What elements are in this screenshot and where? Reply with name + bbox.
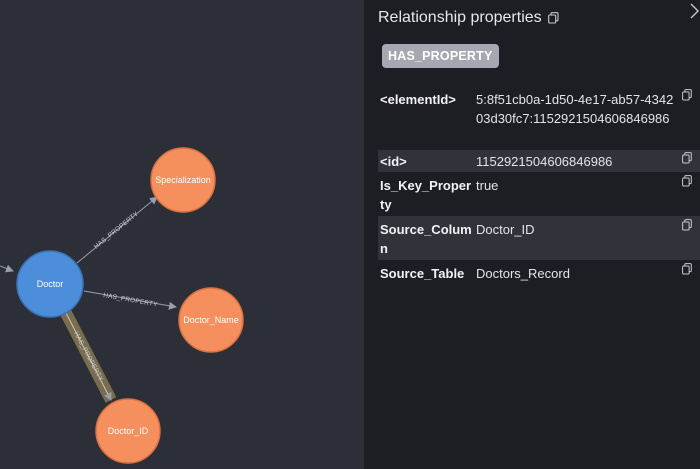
property-value: Doctors_Record [476,266,570,281]
copy-icon[interactable] [682,152,692,164]
property-row-source-table: Source_Table Doctors_Record [378,260,700,286]
property-row-element-id: <elementId> 5:8f51cb0a-1d50-4e17-ab57-43… [378,86,700,150]
node-label-doctor: Doctor [37,279,64,289]
copy-icon[interactable] [682,219,692,231]
property-row-is-key-property: Is_Key_Property true [378,172,700,216]
relationship-type-badge[interactable]: HAS_PROPERTY [382,44,499,68]
property-key: <elementId> [380,92,456,107]
edge-label-specialization: HAS_PROPERTY [93,210,141,250]
property-key: <id> [380,154,407,169]
panel-title: Relationship properties [378,9,559,27]
graph-canvas[interactable]: HAS_PROPERTY HAS_PROPERTY HAS_PROPERTY D… [0,0,364,469]
node-doctor-name[interactable]: Doctor_Name [178,287,244,353]
node-doctor-id[interactable]: Doctor_ID [95,398,161,464]
properties-table: <elementId> 5:8f51cb0a-1d50-4e17-ab57-43… [378,86,700,286]
property-key: Source_Column [380,222,472,256]
property-row-id: <id> 1152921504606846986 [378,150,700,172]
property-value: 5:8f51cb0a-1d50-4e17-ab57-434203d30fc7:1… [476,92,674,126]
copy-icon[interactable] [547,12,559,24]
node-label-doctor-name: Doctor_Name [183,315,239,325]
copy-icon[interactable] [682,263,692,275]
panel-title-text: Relationship properties [378,9,542,26]
node-specialization[interactable]: Specialization [150,147,216,213]
property-row-source-column: Source_Column Doctor_ID [378,216,700,260]
edge-label-doctor-id: HAS_PROPERTY [72,331,104,383]
copy-icon[interactable] [682,89,692,101]
incoming-edge[interactable] [0,264,14,273]
copy-icon[interactable] [682,175,692,187]
property-value: true [476,178,499,193]
edge-label-doctor-name: HAS_PROPERTY [103,292,159,309]
node-doctor[interactable]: Doctor [16,250,84,318]
node-label-specialization: Specialization [155,175,211,185]
close-icon[interactable] [688,2,700,20]
inspector-panel: Relationship properties HAS_PROPERTY <el… [364,0,700,469]
property-value: Doctor_ID [476,222,535,237]
property-value: 1152921504606846986 [476,154,613,169]
property-key: Is_Key_Property [380,178,472,212]
graph-svg[interactable]: HAS_PROPERTY HAS_PROPERTY HAS_PROPERTY D… [0,0,364,469]
property-key: Source_Table [380,266,465,281]
node-label-doctor-id: Doctor_ID [108,426,149,436]
